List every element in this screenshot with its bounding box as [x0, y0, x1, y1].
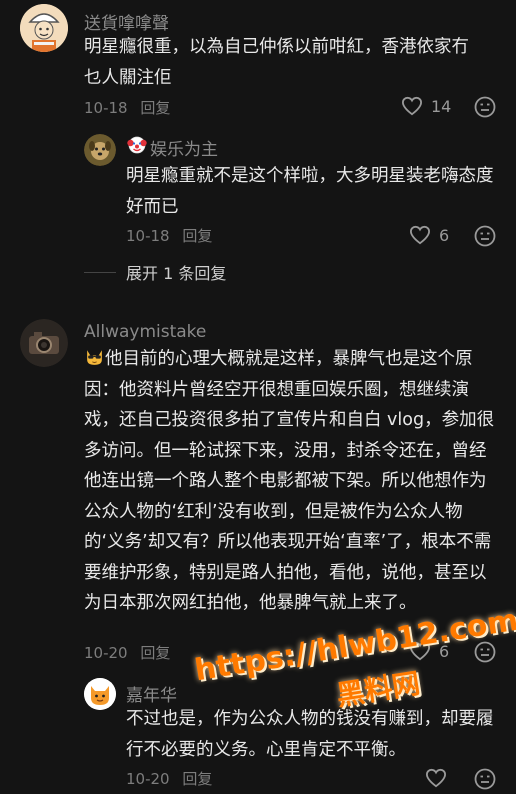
reply-button[interactable]: 回复 — [140, 99, 170, 117]
dislike-button[interactable] — [474, 96, 496, 122]
like-count: 14 — [431, 96, 452, 116]
comment-2: 娱乐为主 明星瘾重就不是这个样啦，大多明星装老嗨态度好而已 10-18 回复 6 — [0, 130, 516, 250]
comment-text: 不过也是，作为公众人物的钱没有赚到，却要履行不必要的义务。心里肯定不平衡。 — [126, 709, 494, 760]
comment-date: 10-20 — [126, 770, 170, 788]
clown-emoji-icon — [127, 136, 147, 154]
cat-sunglasses-emoji-icon — [87, 350, 102, 365]
cat-emoji-icon — [84, 678, 116, 710]
like-button[interactable]: 6 — [409, 225, 449, 245]
comment-username[interactable]: Allwaymistake — [84, 322, 206, 342]
comment-text-content: 他目前的心理大概就是这样，暴脾气也是这个原因：他资料片曾经空开很想重回娱乐圈，想… — [84, 349, 495, 613]
camera-photo-icon — [20, 319, 68, 367]
expand-replies-button[interactable]: 展开 1 条回复 — [84, 260, 226, 284]
like-button[interactable]: 14 — [401, 96, 451, 116]
heart-icon — [401, 96, 423, 116]
comment-username[interactable]: 娱乐为主 — [150, 135, 218, 160]
dislike-button[interactable] — [474, 641, 496, 667]
expand-divider — [84, 271, 116, 273]
like-count: 6 — [439, 225, 450, 245]
dislike-face-icon — [474, 96, 496, 118]
dislike-face-icon — [474, 225, 496, 247]
cartoon-worker-icon — [20, 4, 68, 52]
reply-button[interactable]: 回复 — [140, 644, 170, 662]
dog-photo-icon — [84, 134, 116, 166]
comment-meta: 10-18 回复 — [126, 225, 212, 246]
comment-meta: 10-20 回复 — [126, 768, 212, 789]
dislike-button[interactable] — [474, 768, 496, 794]
comment-text: 他目前的心理大概就是这样，暴脾气也是这个原因：他资料片曾经空开很想重回娱乐圈，想… — [84, 344, 496, 619]
comment-date: 10-20 — [84, 644, 128, 662]
comment-1: 送貨嗱嗱聲 明星癮很重，以為自己仲係以前咁紅，香港依家冇乜人關注佢 10-18 … — [0, 0, 516, 130]
comment-meta: 10-18 回复 — [84, 97, 170, 118]
comment-text: 明星癮很重，以為自己仲係以前咁紅，香港依家冇乜人關注佢 — [84, 37, 469, 88]
expand-replies-label[interactable]: 展开 1 条回复 — [126, 260, 226, 284]
reply-button[interactable]: 回复 — [182, 770, 212, 788]
reply-button[interactable]: 回复 — [182, 227, 212, 245]
dislike-button[interactable] — [474, 225, 496, 251]
dislike-face-icon — [474, 768, 496, 790]
like-button[interactable] — [425, 768, 447, 788]
comment-date: 10-18 — [84, 99, 128, 117]
cat-emoji-avatar[interactable] — [84, 678, 116, 710]
comment-4: 嘉年华 不过也是，作为公众人物的钱没有赚到，却要履行不必要的义务。心里肯定不平衡… — [0, 675, 516, 790]
comment-username[interactable]: 嘉年华 — [126, 681, 177, 706]
heart-icon — [425, 768, 447, 788]
comment-meta: 10-20 回复 — [84, 642, 170, 663]
camera-photo-avatar[interactable] — [20, 319, 68, 367]
comment-date: 10-18 — [126, 227, 170, 245]
heart-icon — [409, 225, 431, 245]
comment-username[interactable]: 送貨嗱嗱聲 — [84, 9, 169, 34]
dog-photo-avatar[interactable] — [84, 134, 116, 166]
comment-text: 明星瘾重就不是这个样啦，大多明星装老嗨态度好而已 — [126, 166, 494, 217]
cartoon-worker-avatar[interactable] — [20, 4, 68, 52]
dislike-face-icon — [474, 641, 496, 663]
